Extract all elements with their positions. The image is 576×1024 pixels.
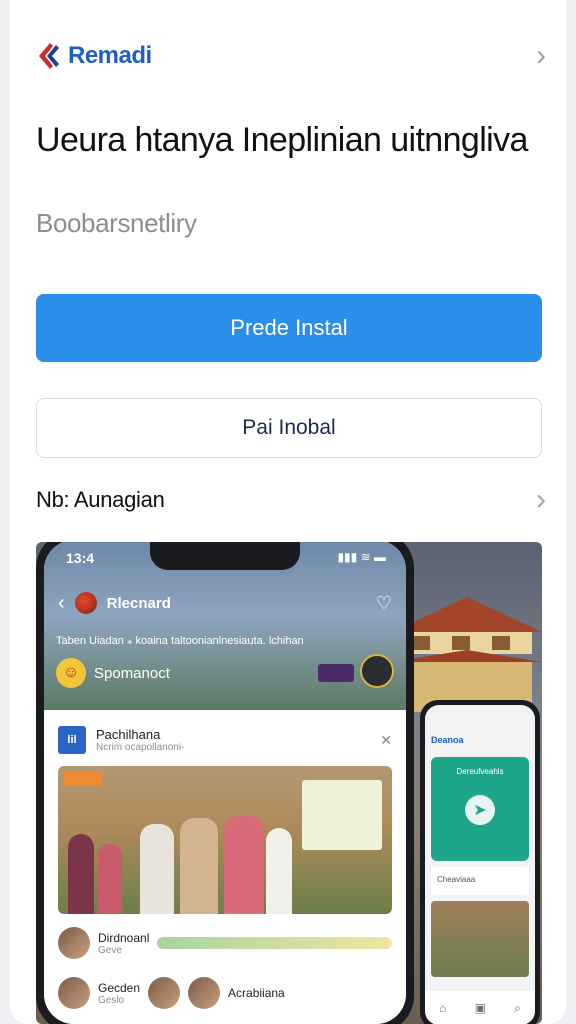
grid-icon[interactable]: ▣ xyxy=(475,1001,486,1015)
post-photo[interactable] xyxy=(58,766,392,914)
avatar[interactable] xyxy=(360,654,394,688)
list-item-title: Gecden xyxy=(98,980,141,995)
avatar xyxy=(148,977,181,1009)
phone-screen-small: Deanoa Dereufveahls ➤ Cheaviaaa ⌂ ▣ ⌕ xyxy=(425,705,535,1024)
screenshot-showcase[interactable]: 13:4 ▮▮▮ ≋ ▬ ‹ Rlecnard ♡ Taben Uiadan ⁎… xyxy=(36,542,542,1024)
hero-user[interactable]: ☺ Spomanoct xyxy=(56,658,170,688)
person-figure xyxy=(224,816,264,914)
photo-badge xyxy=(64,772,102,786)
app-logo-icon xyxy=(74,592,97,614)
heart-icon[interactable]: ♡ xyxy=(376,593,392,614)
brand: Remadi xyxy=(36,41,152,71)
text-field[interactable]: Cheaviaaa xyxy=(431,867,529,895)
screen-inset xyxy=(302,780,382,850)
app-title: Ueura htanya Ineplinian uitnngliva xyxy=(36,121,528,159)
phone-mockup-small: Deanoa Dereufveahls ➤ Cheaviaaa ⌂ ▣ ⌕ xyxy=(420,700,540,1024)
small-photo xyxy=(431,901,529,977)
app-subtitle: Boobarsnetliry xyxy=(36,208,197,238)
app-bar-title: Rlecnard xyxy=(106,594,171,612)
phone-screen: 13:4 ▮▮▮ ≋ ▬ ‹ Rlecnard ♡ Taben Uiadan ⁎… xyxy=(44,542,406,1024)
avatar xyxy=(58,927,90,959)
avatar xyxy=(58,977,90,1009)
chevron-right-icon[interactable]: › xyxy=(536,41,546,71)
app-bar: ‹ Rlecnard ♡ xyxy=(58,588,392,618)
section-label: Nb: Aunagian xyxy=(36,487,165,512)
list-item-title: Acrabiiana xyxy=(228,986,285,1000)
person-figure xyxy=(180,818,218,914)
brand-logo-icon xyxy=(39,43,59,69)
feature-card-label: Dereufveahls xyxy=(456,767,504,776)
back-icon[interactable]: ‹ xyxy=(58,592,65,615)
house-background-image xyxy=(392,597,542,712)
list-item-title: Dirdnoanl xyxy=(98,930,150,945)
person-figure xyxy=(98,844,122,914)
compass-icon: ➤ xyxy=(465,795,495,825)
person-figure xyxy=(266,828,292,914)
hero-caption: Taben Uiadan ⁎ koaina taltoonianlnesiaut… xyxy=(56,635,304,647)
smiley-icon: ☺ xyxy=(56,658,86,688)
post-logo-icon: lil xyxy=(58,726,86,754)
list-item[interactable]: Dirdnoanl Geve xyxy=(58,922,392,964)
post-header: lil Pachilhana Ncrim ocapollanoni- ✕ xyxy=(58,720,392,760)
post-meta: Ncrim ocapollanoni- xyxy=(96,742,185,753)
status-icons: ▮▮▮ ≋ ▬ xyxy=(337,550,386,564)
install-button[interactable]: Prede Instal xyxy=(36,294,542,362)
hero-user-name: Spomanoct xyxy=(94,664,170,682)
list-item-sub: Geve xyxy=(98,944,122,956)
small-app-bar: Deanoa xyxy=(431,731,529,749)
small-brand-name: Deanoa xyxy=(431,735,464,745)
person-figure xyxy=(68,834,94,914)
brand-name: Remadi xyxy=(68,42,152,69)
section-row[interactable]: Nb: Aunagian › xyxy=(36,480,546,520)
app-store-card: Remadi › Ueura htanya Ineplinian uitnngl… xyxy=(10,0,566,1024)
person-figure xyxy=(140,824,174,914)
brand-row[interactable]: Remadi › xyxy=(36,36,546,76)
phone-mockup-large: 13:4 ▮▮▮ ≋ ▬ ‹ Rlecnard ♡ Taben Uiadan ⁎… xyxy=(36,542,414,1024)
list-item-sub: Geslo xyxy=(98,994,125,1006)
hero-tag xyxy=(318,664,354,682)
close-icon[interactable]: ✕ xyxy=(380,732,392,749)
secondary-button[interactable]: Pai Inobal xyxy=(36,398,542,458)
feed: lil Pachilhana Ncrim ocapollanoni- ✕ Dir… xyxy=(44,710,406,1024)
search-icon[interactable]: ⌕ xyxy=(514,1001,521,1016)
home-icon[interactable]: ⌂ xyxy=(439,1001,446,1015)
feature-card[interactable]: Dereufveahls ➤ xyxy=(431,757,529,861)
phone-notch xyxy=(150,542,300,570)
chevron-right-icon[interactable]: › xyxy=(536,485,546,515)
progress-bar xyxy=(157,937,392,949)
post-title: Pachilhana xyxy=(96,727,161,742)
list-item[interactable]: Gecden Geslo Acrabiiana xyxy=(58,972,392,1014)
avatar xyxy=(188,977,221,1009)
status-time: 13:4 xyxy=(66,550,95,566)
bottom-nav: ⌂ ▣ ⌕ xyxy=(425,991,535,1024)
